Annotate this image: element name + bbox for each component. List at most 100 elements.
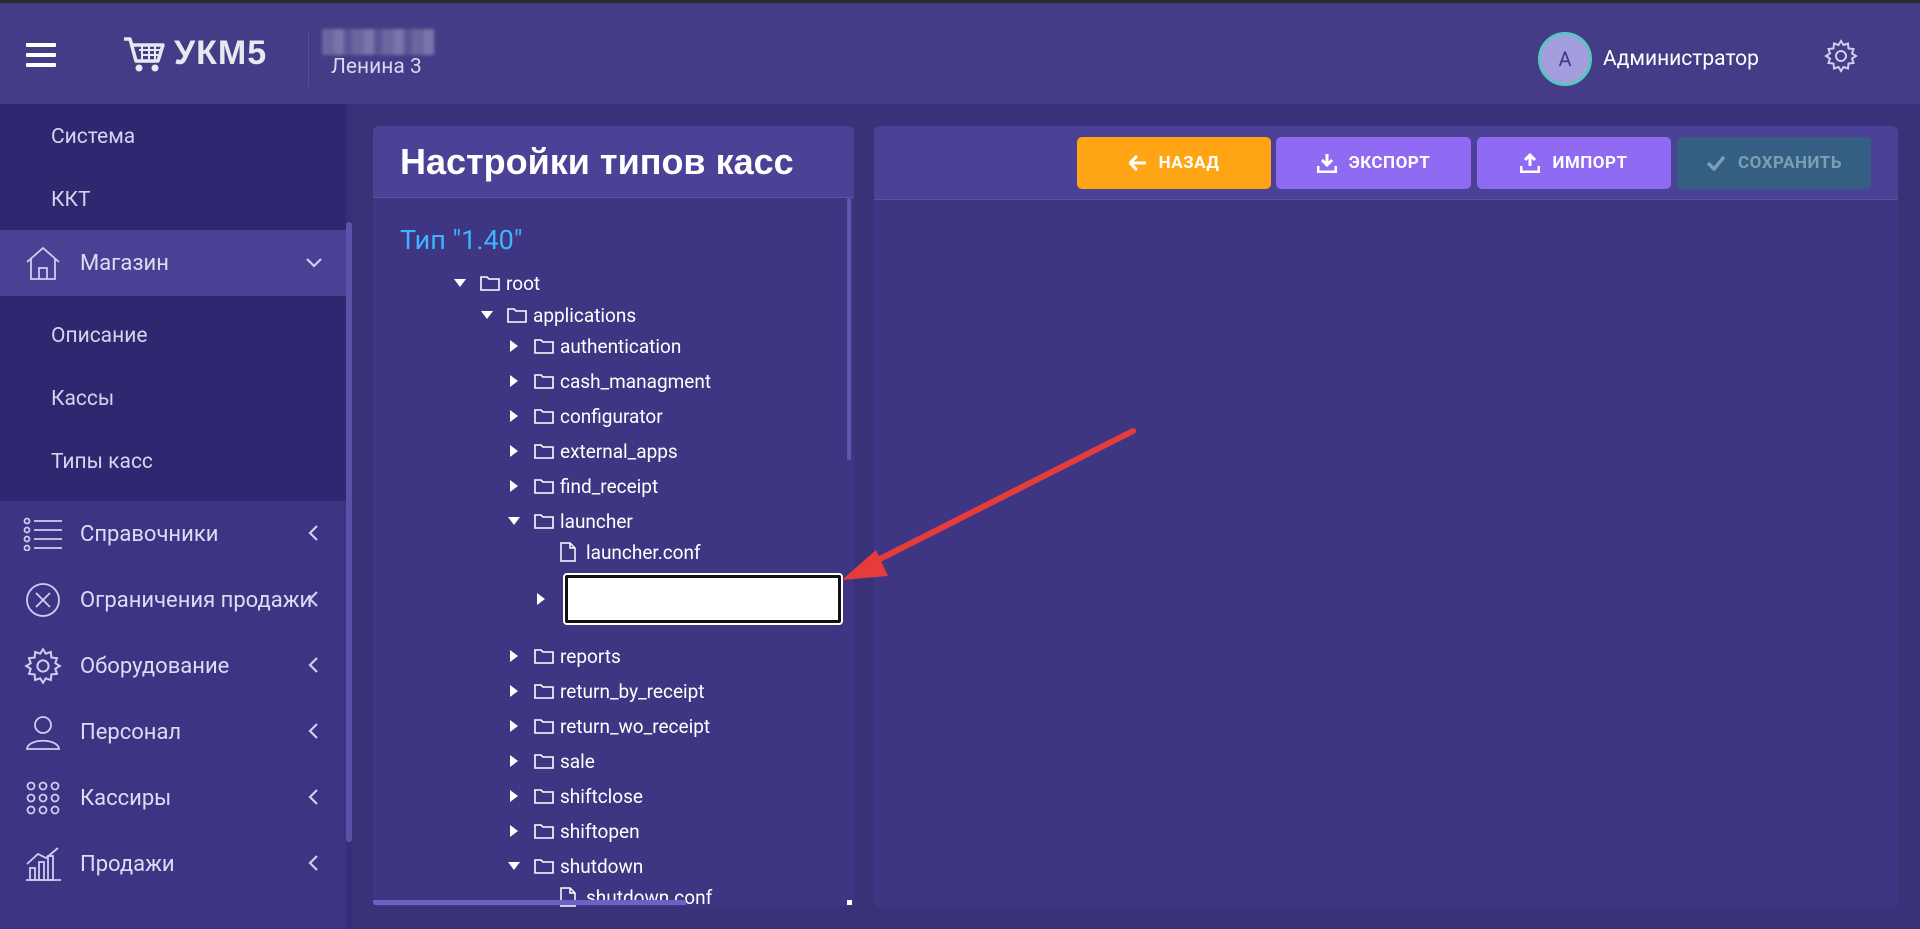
logo-text: УКМ5 [174,33,268,72]
sidebar-item-system[interactable]: Система [0,104,346,170]
sidebar-item-description[interactable]: Описание [0,304,346,367]
person-icon [22,711,64,753]
tree-node-launcher-conf[interactable]: launcher.conf [560,540,701,564]
folder-icon [534,512,554,530]
folder-icon [534,787,554,805]
chevron-left-icon [308,591,318,607]
chevron-left-icon [308,789,318,805]
save-button-label: СОХРАНИТЬ [1738,153,1842,173]
folder-icon [534,442,554,460]
tree-node-label: return_wo_receipt [560,714,711,738]
caret-right-icon[interactable] [506,338,522,354]
tree-node-shiftopen[interactable]: shiftopen [506,819,640,843]
sidebar-item-personnel[interactable]: Персонал [0,699,346,765]
tree-node-applications[interactable]: applications [479,303,636,327]
caret-right-icon[interactable] [506,373,522,389]
caret-down-icon[interactable] [506,513,522,529]
tree-node-new-folder[interactable] [533,587,561,611]
sidebar-item-label: Кассиры [80,785,172,811]
chevron-left-icon [308,855,318,871]
tree-node-cash-managment[interactable]: cash_managment [506,369,711,393]
sidebar-item-sale-restrictions[interactable]: Ограничения продажи [0,567,346,633]
sidebar-item-store[interactable]: Магазин [0,230,346,296]
tree-node-configurator[interactable]: configurator [506,404,663,428]
tree-node-find-receipt[interactable]: find_receipt [506,474,658,498]
file-icon [560,542,580,562]
tree-node-root[interactable]: root [452,271,540,295]
home-icon [22,242,64,284]
chart-icon [22,843,64,885]
tree-horizontal-scrollbar[interactable] [373,900,686,905]
tree-node-sale[interactable]: sale [506,749,595,773]
tree-node-reports[interactable]: reports [506,644,621,668]
scroll-corner [847,900,852,905]
sidebar-item-label: Ограничения продажи [80,587,313,613]
sidebar-item-cashbox-types[interactable]: Типы касс [0,430,346,493]
sidebar-item-directories[interactable]: Справочники [0,501,346,567]
folder-icon [534,717,554,735]
import-button-label: ИМПОРТ [1552,153,1628,173]
caret-right-icon[interactable] [506,683,522,699]
store-name: Ленина 3 [331,55,422,79]
tree-vertical-scrollbar[interactable] [847,198,851,460]
gear-icon [22,645,64,687]
chevron-left-icon [308,657,318,673]
caret-right-icon[interactable] [506,788,522,804]
tree-node-return-wo-receipt[interactable]: return_wo_receipt [506,714,710,738]
caret-down-icon[interactable] [452,275,468,291]
caret-right-icon[interactable] [506,753,522,769]
tree-node-label: applications [533,303,637,327]
sidebar-scrollbar[interactable] [346,222,352,842]
top-header: УКМ5 Ленина 3 А Администратор [0,0,1920,104]
editor-panel: НАЗАД ЭКСПОРТ ИМПОРТ СОХРАНИТЬ [874,126,1898,907]
caret-right-icon[interactable] [506,718,522,734]
tree-node-shutdown[interactable]: shutdown [506,854,643,878]
avatar[interactable]: А [1538,32,1592,86]
sidebar-item-cashboxes[interactable]: Кассы [0,367,346,430]
download-icon [1316,154,1337,173]
sidebar-item-label: Персонал [80,719,182,745]
user-name[interactable]: Администратор [1603,47,1759,71]
sidebar-settings-submenu: Система ККТ [0,104,346,230]
cart-icon [124,37,165,72]
caret-right-icon[interactable] [533,591,549,607]
back-button[interactable]: НАЗАД [1077,137,1271,189]
sidebar-item-equipment[interactable]: Оборудование [0,633,346,699]
caret-right-icon[interactable] [506,648,522,664]
menu-icon[interactable] [26,43,56,67]
sidebar-item-sales[interactable]: Продажи [0,831,346,897]
sidebar: Система ККТ Магазин Описание Кассы Типы … [0,104,346,929]
check-icon [1706,155,1726,171]
import-button[interactable]: ИМПОРТ [1477,137,1671,189]
tree-node-shiftclose[interactable]: shiftclose [506,784,643,808]
tree-node-return-by-receipt[interactable]: return_by_receipt [506,679,705,703]
export-button[interactable]: ЭКСПОРТ [1276,137,1471,189]
chevron-left-icon [308,723,318,739]
folder-icon [534,647,554,665]
sidebar-item-label: Продажи [80,851,175,877]
caret-down-icon[interactable] [479,307,495,323]
caret-right-icon[interactable] [506,408,522,424]
save-button[interactable]: СОХРАНИТЬ [1677,137,1871,189]
tree-node-launcher[interactable]: launcher [506,509,633,533]
caret-right-icon[interactable] [506,443,522,459]
caret-down-icon[interactable] [506,858,522,874]
header-divider [308,31,309,87]
sidebar-item-label: Оборудование [80,653,230,679]
tree-node-label: launcher.conf [586,540,701,564]
tree-node-label: shiftclose [560,784,643,808]
tree-node-label: reports [560,644,621,668]
caret-right-icon[interactable] [506,478,522,494]
caret-right-icon[interactable] [506,823,522,839]
list-icon [22,513,64,555]
node-name-input[interactable] [563,573,843,625]
cross-circle-icon [22,579,64,621]
sidebar-item-label: Магазин [80,250,169,276]
sidebar-item-kkt[interactable]: ККТ [0,170,346,230]
tree-node-external-apps[interactable]: external_apps [506,439,678,463]
sidebar-item-cashiers[interactable]: Кассиры [0,765,346,831]
tree-node-authentication[interactable]: authentication [506,334,681,358]
folder-icon [534,822,554,840]
logo[interactable]: УКМ5 [122,33,267,73]
gear-icon[interactable] [1824,39,1858,73]
